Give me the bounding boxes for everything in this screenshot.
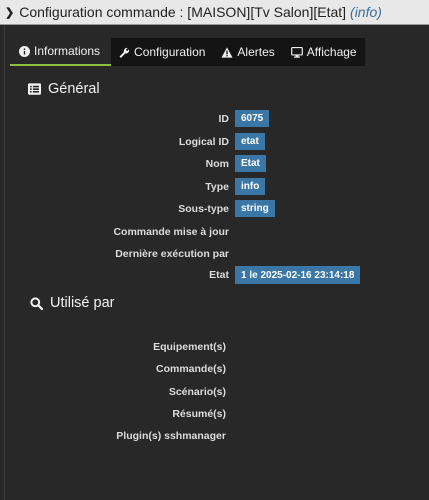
tab-alertes[interactable]: Alertes	[213, 38, 283, 66]
info-row-derniere-execution: Dernière exécution par	[0, 245, 429, 265]
tab-configuration[interactable]: Configuration	[111, 38, 214, 66]
field-value-badge: string	[235, 200, 275, 217]
field-label: Etat	[209, 269, 229, 281]
field-value-badge: info	[235, 178, 266, 195]
info-row-type: Type info	[0, 178, 429, 198]
section-title-text: Utilisé par	[50, 295, 115, 311]
search-icon	[30, 296, 43, 310]
info-row-commande-mise-a-jour: Commande mise à jour	[0, 223, 429, 243]
field-label: Plugin(s) sshmanager	[116, 430, 226, 442]
tab-label: Configuration	[134, 45, 206, 59]
tab-bar: Informations Configuration Alertes Affic…	[10, 38, 365, 66]
monitor-icon	[290, 46, 303, 58]
field-label: Dernière exécution par	[115, 248, 229, 260]
section-title-text: Général	[48, 81, 100, 97]
field-label: Equipement(s)	[153, 341, 226, 353]
field-label: Scénario(s)	[168, 386, 226, 398]
field-label: ID	[218, 113, 230, 125]
list-icon	[28, 83, 41, 95]
field-value-badge: Etat	[235, 155, 266, 172]
info-row-id: ID 6075	[0, 110, 429, 130]
info-circle-icon	[19, 45, 30, 57]
used-by-row-commandes: Commande(s)	[0, 363, 429, 379]
tab-label: Alertes	[237, 45, 275, 59]
info-row-sous-type: Sous-type string	[0, 200, 429, 220]
info-row-nom: Nom Etat	[0, 155, 429, 175]
field-label: Type	[205, 181, 229, 193]
warning-icon	[221, 46, 233, 58]
window-titlebar[interactable]: ❯ Configuration commande : [MAISON][Tv S…	[0, 0, 429, 25]
info-row-logical-id: Logical ID etat	[0, 133, 429, 153]
field-label: Commande mise à jour	[113, 226, 229, 238]
used-by-row-plugin-sshmanager: Plugin(s) sshmanager	[0, 430, 429, 446]
field-value-badge: 6075	[235, 110, 270, 127]
state-value-badge: 1 le 2025-02-16 23:14:18	[235, 266, 361, 284]
window-title: Configuration commande : [MAISON][Tv Sal…	[19, 4, 347, 20]
field-value-badge: etat	[235, 133, 265, 150]
used-by-row-resumes: Résumé(s)	[0, 408, 429, 424]
used-by-row-scenarios: Scénario(s)	[0, 386, 429, 402]
chevron-right-icon[interactable]: ❯	[5, 6, 14, 19]
section-general-title: Général	[28, 81, 100, 97]
section-used-by-title: Utilisé par	[30, 295, 114, 311]
tab-informations[interactable]: Informations	[10, 38, 112, 66]
field-label: Résumé(s)	[172, 408, 226, 420]
wrench-icon	[119, 47, 130, 58]
command-type-label: (info)	[350, 4, 382, 20]
field-label: Nom	[205, 158, 229, 170]
field-label: Logical ID	[178, 136, 229, 148]
field-label: Sous-type	[178, 203, 229, 215]
tab-affichage[interactable]: Affichage	[282, 38, 365, 66]
tab-label: Affichage	[306, 45, 357, 59]
field-label: Commande(s)	[155, 363, 226, 375]
used-by-row-equipements: Equipement(s)	[0, 341, 429, 357]
tab-label: Informations	[34, 44, 101, 58]
info-row-etat: Etat 1 le 2025-02-16 23:14:18	[0, 266, 429, 286]
